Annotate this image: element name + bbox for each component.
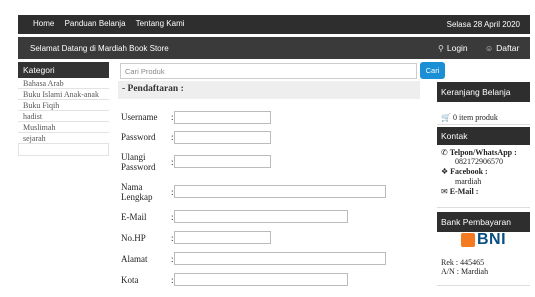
address-input[interactable] — [174, 252, 386, 265]
top-nav: Home Panduan Belanja Tentang Kami — [33, 19, 193, 28]
sidebar-footer — [18, 144, 109, 156]
field-label: Kota — [121, 275, 139, 285]
bni-mark-icon — [461, 233, 475, 247]
category-item[interactable]: sejarah — [18, 133, 109, 144]
contact-title: Kontak — [437, 127, 530, 145]
phone-input[interactable] — [174, 231, 271, 244]
divider — [437, 124, 530, 125]
bank-account-name: A/N : Mardiah — [441, 267, 489, 276]
phone-icon: ✆ — [441, 148, 448, 157]
divider — [437, 285, 530, 286]
register-link[interactable]: ☺ Daftar — [485, 43, 519, 53]
nav-tentang-kami[interactable]: Tentang Kami — [136, 19, 185, 28]
field-label: E-Mail — [121, 212, 147, 222]
comment-icon: ❖ — [441, 167, 449, 176]
login-link[interactable]: ⚲ Login — [438, 43, 468, 53]
cart-title: Keranjang Belanja — [437, 82, 530, 102]
user-icon: ☺ — [485, 43, 494, 53]
facebook-label: Facebook : — [450, 167, 488, 176]
field-label: Username — [121, 112, 158, 122]
field-label: Ulangi Password — [121, 152, 156, 172]
cart-count-text: 0 item produk — [452, 113, 498, 122]
category-sidebar: Kategori Bahasa Arab Buku Islami Anak-an… — [18, 62, 109, 156]
contact-phone: ✆ Telpon/WhatsApp : — [441, 148, 517, 157]
facebook-name: mardiah — [455, 177, 482, 186]
password-input[interactable] — [174, 131, 271, 144]
search-button[interactable]: Cari — [420, 62, 445, 79]
bni-logo-text: BNI — [477, 231, 507, 248]
contact-facebook: ❖ Facebook : — [441, 167, 488, 176]
category-item[interactable]: hadist — [18, 111, 109, 122]
category-item[interactable]: Bahasa Arab — [18, 78, 109, 89]
welcome-text: Selamat Datang di Mardiah Book Store — [30, 44, 169, 53]
bank-account: Rek : 445465 — [441, 258, 485, 267]
login-label: Login — [446, 43, 468, 53]
nav-home[interactable]: Home — [33, 19, 54, 28]
envelope-icon: ✉ — [441, 187, 448, 196]
divider — [437, 207, 530, 208]
register-label: Daftar — [496, 43, 520, 53]
category-title: Kategori — [18, 62, 109, 78]
top-navbar: Home Panduan Belanja Tentang Kami Selasa… — [18, 15, 530, 34]
welcome-bar: Selamat Datang di Mardiah Book Store ⚲ L… — [18, 37, 530, 59]
city-input[interactable] — [174, 273, 348, 286]
email-label: E-Mail : — [449, 187, 479, 196]
phone-label: Telpon/WhatsApp : — [449, 148, 517, 157]
phone-number: 082172906570 — [455, 157, 503, 166]
search-input[interactable] — [120, 63, 417, 79]
bni-logo: BNI — [461, 231, 506, 249]
field-label: Alamat — [121, 254, 148, 264]
full-name-input[interactable] — [174, 185, 386, 198]
cart-icon: 🛒 — [441, 113, 451, 122]
key-icon: ⚲ — [438, 43, 444, 53]
username-input[interactable] — [174, 111, 271, 124]
field-label: No.HP — [121, 233, 146, 243]
category-item[interactable]: Buku Islami Anak-anak — [18, 89, 109, 100]
category-item[interactable]: Muslimah — [18, 122, 109, 133]
form-heading: - Pendaftaran : — [118, 81, 420, 99]
field-label: Nama Lengkap — [121, 182, 153, 202]
cart-summary[interactable]: 🛒 0 item produk — [441, 113, 498, 122]
email-input[interactable] — [174, 210, 348, 223]
category-item[interactable]: Buku Fiqih — [18, 100, 109, 111]
contact-email: ✉ E-Mail : — [441, 187, 478, 196]
current-date: Selasa 28 April 2020 — [446, 20, 520, 29]
nav-panduan-belanja[interactable]: Panduan Belanja — [65, 19, 126, 28]
bank-title: Bank Pembayaran — [437, 212, 530, 232]
repeat-password-input[interactable] — [174, 155, 271, 168]
field-label: Password — [121, 132, 156, 142]
